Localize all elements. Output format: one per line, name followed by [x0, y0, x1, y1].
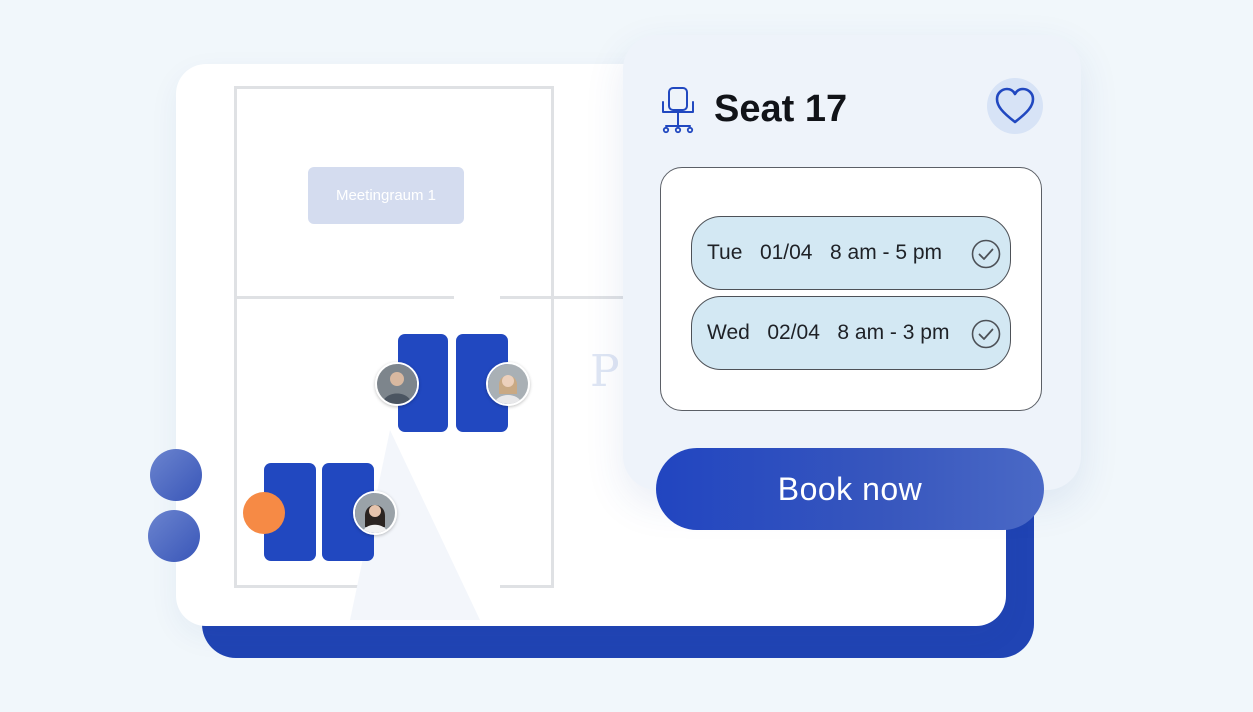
- booking-slot-tue[interactable]: Tue 01/04 8 am - 5 pm: [691, 216, 1011, 290]
- slot-date: 01/04: [759, 241, 813, 264]
- slot-day: Tue: [707, 241, 743, 264]
- seat-title: Seat 17: [714, 88, 848, 130]
- book-now-button[interactable]: Book now: [656, 448, 1044, 530]
- slot-date: 02/04: [767, 321, 820, 344]
- favorite-button[interactable]: [987, 78, 1043, 134]
- available-seat-marker[interactable]: [243, 492, 285, 534]
- avatar[interactable]: [353, 491, 397, 535]
- check-circle-icon: [971, 319, 1001, 349]
- avatar[interactable]: [375, 362, 419, 406]
- decorative-bubble: [148, 510, 200, 562]
- meeting-room-label[interactable]: Meetingraum 1: [308, 167, 464, 224]
- ghost-letter: P: [590, 346, 620, 397]
- check-circle-icon: [971, 239, 1001, 269]
- slot-day: Wed: [707, 321, 750, 344]
- office-chair-icon: [662, 87, 694, 134]
- booking-slot-wed[interactable]: Wed 02/04 8 am - 3 pm: [691, 296, 1011, 370]
- avatar[interactable]: [486, 362, 530, 406]
- decorative-bubble: [150, 449, 202, 501]
- heart-icon: [995, 87, 1035, 124]
- slot-time: 8 am - 3 pm: [837, 321, 950, 344]
- slot-time: 8 am - 5 pm: [830, 241, 943, 264]
